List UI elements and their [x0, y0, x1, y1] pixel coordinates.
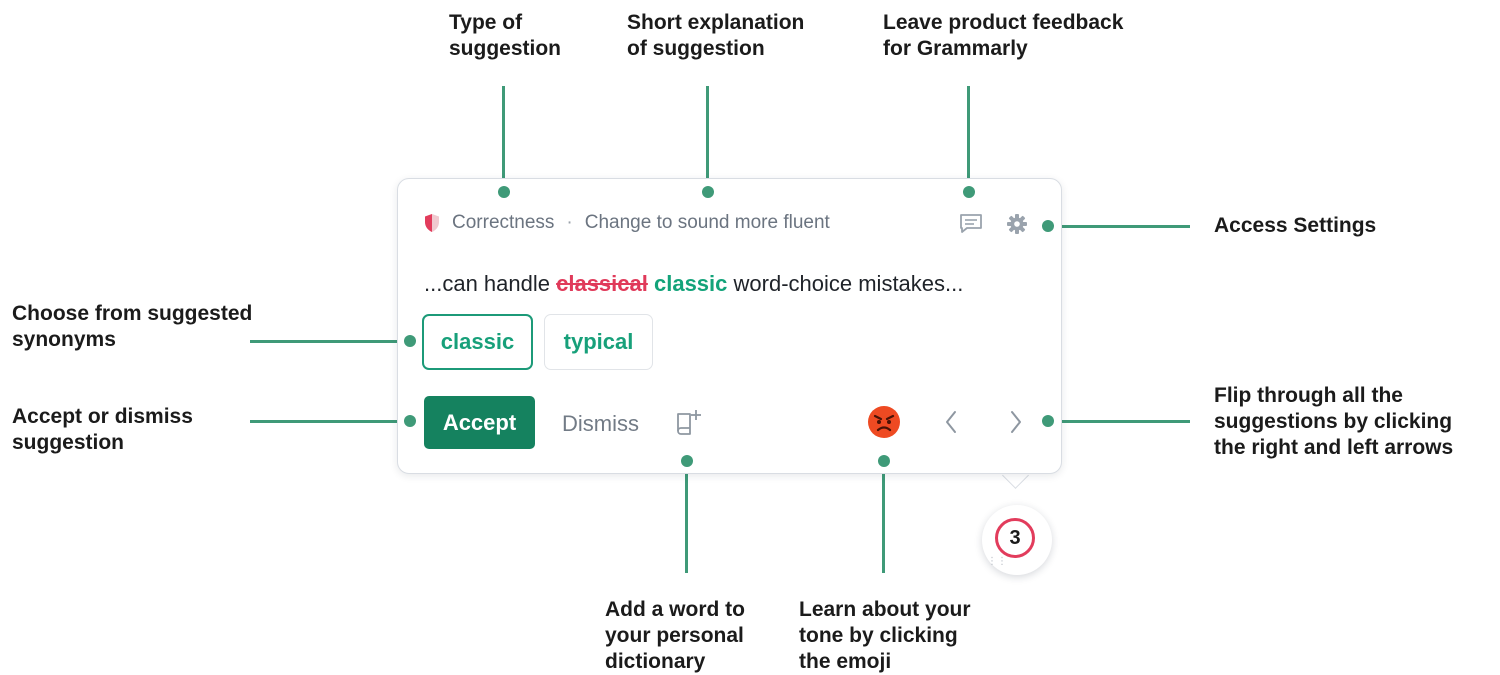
suggestion-explanation: Change to sound more fluent	[584, 212, 830, 233]
gear-icon[interactable]	[1006, 213, 1028, 235]
leader-flip	[1048, 420, 1190, 423]
label-flip-suggestions: Flip through all the suggestions by clic…	[1214, 384, 1454, 459]
label-accept-dismiss: Accept or dismiss suggestion	[12, 405, 193, 454]
dot-explanation	[702, 186, 714, 198]
chevron-right-icon[interactable]	[1008, 409, 1024, 435]
feedback-icon[interactable]	[958, 213, 984, 235]
shield-icon	[425, 214, 439, 232]
leader-dictionary	[685, 460, 688, 573]
leader-explanation	[706, 86, 709, 192]
dot-accept	[404, 415, 416, 427]
label-personal-dictionary: Add a word to your personal dictionary	[605, 598, 745, 673]
label-learn-tone: Learn about your tone by clicking the em…	[799, 598, 971, 673]
leader-accept	[250, 420, 410, 423]
sentence-prefix: ...can handle	[424, 271, 550, 296]
synonym-option-typical[interactable]: typical	[544, 314, 653, 370]
synonym-option-classic[interactable]: classic	[422, 314, 533, 370]
leader-type	[502, 86, 505, 192]
leader-tone	[882, 460, 885, 573]
dot-settings	[1042, 220, 1054, 232]
grip-icon[interactable]: ⋮⋮	[987, 557, 1007, 567]
dot-tone	[878, 455, 890, 467]
angry-emoji-icon[interactable]	[867, 405, 901, 439]
dot-type	[498, 186, 510, 198]
dot-dictionary	[681, 455, 693, 467]
add-to-dictionary-icon[interactable]	[675, 408, 703, 438]
header-separator: ·	[566, 212, 573, 233]
label-type-of-suggestion: Type of suggestion	[449, 11, 562, 60]
dot-synonyms	[404, 335, 416, 347]
dot-feedback	[963, 186, 975, 198]
leader-settings	[1048, 225, 1190, 228]
removed-word: classical	[556, 271, 648, 296]
dot-flip	[1042, 415, 1054, 427]
label-choose-synonyms: Choose from suggested synonyms	[12, 302, 253, 351]
sentence-suffix: word-choice mistakes...	[733, 271, 964, 296]
suggestion-card: Correctness · Change to sound more fluen…	[397, 178, 1062, 474]
suggestion-count-widget[interactable]: 3 ⋮⋮	[982, 505, 1052, 575]
label-product-feedback: Leave product feedback for Grammarly	[883, 11, 1124, 60]
context-sentence: ...can handle classical classic word-cho…	[424, 271, 963, 297]
label-short-explanation: Short explanation of suggestion	[627, 11, 805, 60]
suggestion-count-badge[interactable]: 3	[995, 518, 1035, 558]
leader-feedback	[967, 86, 970, 192]
accept-button[interactable]: Accept	[424, 396, 535, 449]
chevron-left-icon[interactable]	[943, 409, 959, 435]
suggestion-category: Correctness	[452, 212, 555, 233]
replacement-word[interactable]: classic	[654, 271, 727, 296]
leader-synonyms	[250, 340, 410, 343]
dismiss-button[interactable]: Dismiss	[562, 411, 639, 437]
card-header: Correctness · Change to sound more fluen…	[424, 211, 830, 235]
label-access-settings: Access Settings	[1214, 214, 1377, 237]
